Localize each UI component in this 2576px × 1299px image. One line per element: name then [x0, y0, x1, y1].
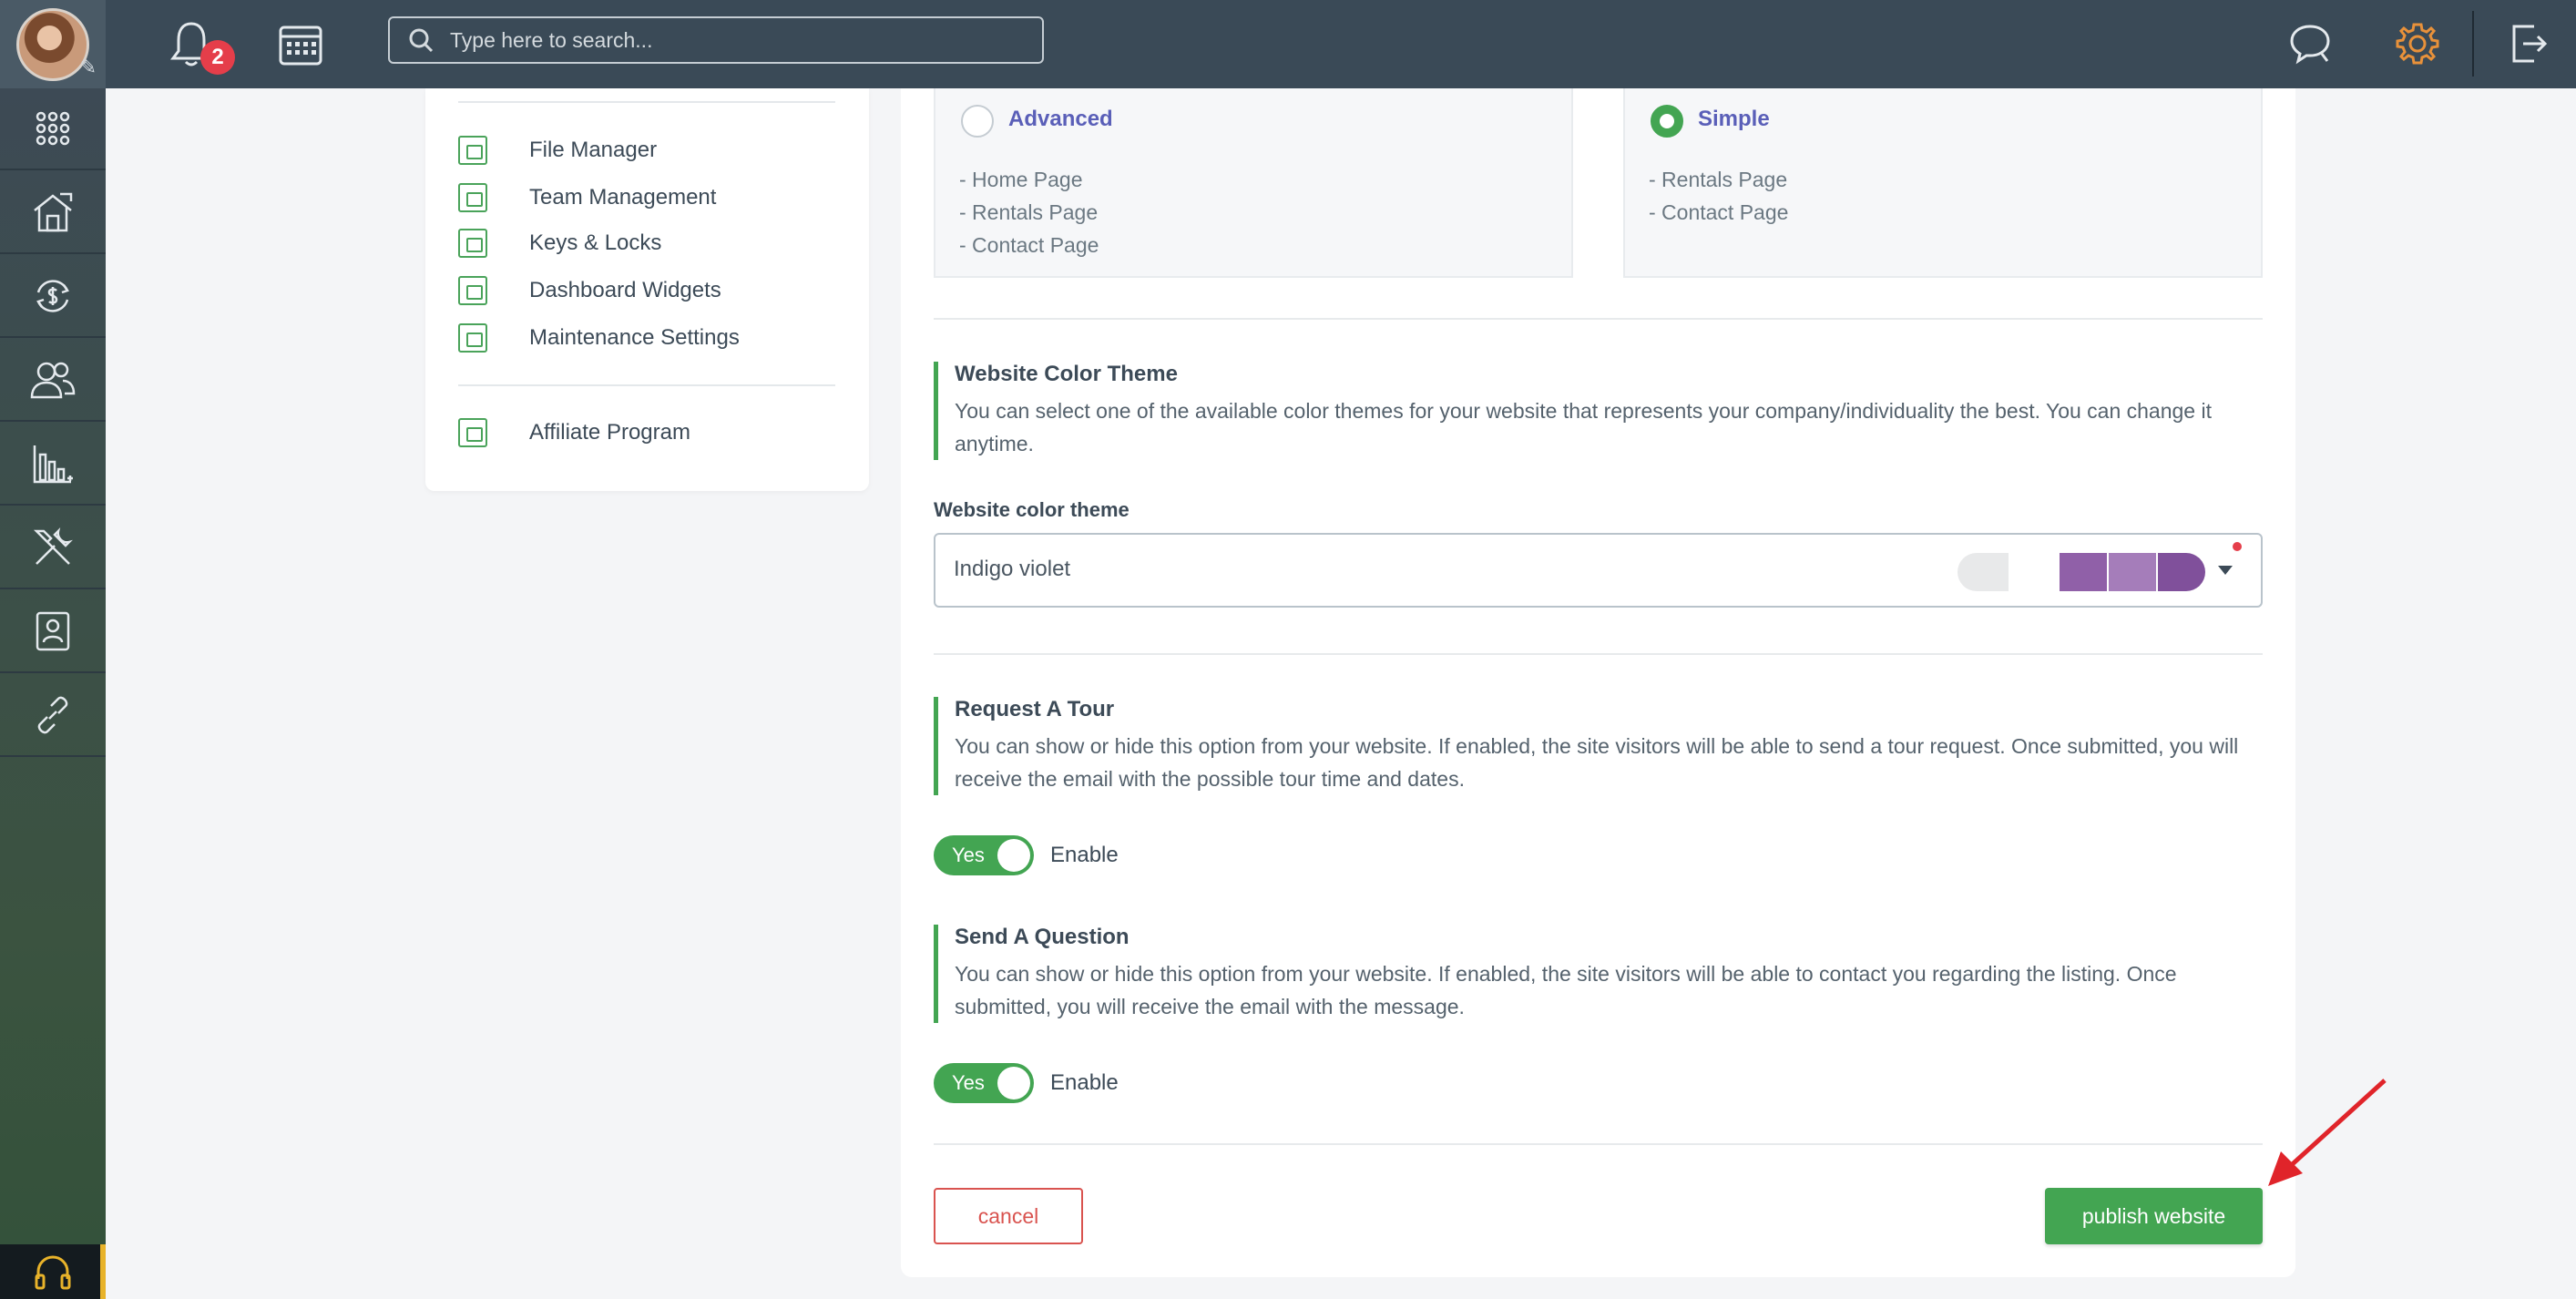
cancel-button[interactable]: cancel: [934, 1188, 1083, 1244]
submenu-item-keys-locks[interactable]: Keys & Locks: [458, 225, 661, 261]
notification-badge: 2: [200, 40, 235, 75]
toggle-label: Yes: [952, 1071, 985, 1094]
team-icon: [458, 183, 487, 212]
submenu-item-label: Maintenance Settings: [529, 325, 740, 350]
folder-icon: [458, 136, 487, 165]
links-icon[interactable]: [0, 675, 106, 757]
avatar-image: [16, 7, 89, 81]
submenu-item-dashboard-widgets[interactable]: Dashboard Widgets: [458, 272, 721, 309]
left-rail: [0, 88, 106, 1299]
section-heading: Website Color Theme: [955, 362, 1178, 386]
website-settings-card: Advanced - Home Page - Rentals Page - Co…: [901, 88, 2295, 1277]
chevron-down-icon[interactable]: [2218, 566, 2233, 575]
search-icon: [409, 28, 434, 53]
submenu-item-label: Team Management: [529, 185, 717, 210]
layout-option-advanced[interactable]: Advanced - Home Page - Rentals Page - Co…: [934, 88, 1573, 278]
toggle-state: Enable: [1050, 1070, 1119, 1095]
layout-pages: - Home Page - Rentals Page - Contact Pag…: [959, 163, 1099, 261]
gear-icon[interactable]: [2390, 16, 2445, 71]
payments-icon[interactable]: [0, 256, 106, 338]
submenu-item-label: Keys & Locks: [529, 230, 662, 255]
settings-submenu: File Manager Team Management Keys & Lock…: [425, 88, 869, 491]
toggle-knob: [997, 1067, 1030, 1100]
layout-page: - Contact Page: [1649, 200, 1789, 224]
layout-option-simple[interactable]: Simple - Rentals Page - Contact Page: [1623, 88, 2263, 278]
topbar-divider: [2472, 11, 2474, 77]
section-description: You can show or hide this option from yo…: [955, 734, 2239, 791]
publish-website-button[interactable]: publish website: [2045, 1188, 2263, 1244]
submenu-item-label: Affiliate Program: [529, 420, 690, 445]
properties-icon[interactable]: [0, 172, 106, 254]
search-input[interactable]: [450, 27, 1033, 53]
reports-icon[interactable]: [0, 424, 106, 506]
support-headset-icon: [35, 1255, 71, 1290]
pin-icon: ✎: [79, 56, 97, 78]
section-divider: [934, 318, 2263, 320]
request-tour-toggle[interactable]: Yes: [934, 835, 1034, 875]
submenu-item-team-management[interactable]: Team Management: [458, 179, 716, 216]
section-divider: [934, 653, 2263, 655]
swatch-2: [2109, 553, 2156, 591]
send-question-section: Send A Question You can show or hide thi…: [934, 925, 2263, 1023]
layout-page: - Home Page: [959, 168, 1083, 191]
calendar-icon[interactable]: [273, 16, 328, 71]
toggle-state: Enable: [1050, 843, 1119, 867]
submenu-item-maintenance-settings[interactable]: Maintenance Settings: [458, 320, 740, 356]
key-icon: [458, 229, 487, 258]
swatch-3: [2158, 553, 2205, 591]
contacts-icon[interactable]: [0, 591, 106, 673]
section-description: You can show or hide this option from yo…: [955, 962, 2177, 1018]
logout-icon[interactable]: [2501, 16, 2556, 71]
layout-page: - Contact Page: [959, 233, 1099, 257]
affiliate-icon: [458, 418, 487, 447]
send-question-toggle[interactable]: Yes: [934, 1063, 1034, 1103]
search-bar[interactable]: [388, 16, 1044, 64]
color-theme-select[interactable]: Indigo violet: [934, 533, 2263, 608]
chat-icon[interactable]: [2283, 16, 2337, 71]
request-tour-toggle-row: Yes Enable: [934, 835, 1119, 875]
section-description: You can select one of the available colo…: [955, 399, 2212, 455]
annotation-arrow-icon: [2268, 1079, 2387, 1186]
submenu-divider: [458, 101, 835, 103]
layout-page: - Rentals Page: [1649, 168, 1788, 191]
section-heading: Send A Question: [955, 925, 1130, 949]
layout-name: Simple: [1698, 107, 1770, 131]
selected-theme: Indigo violet: [954, 557, 1071, 581]
required-dot: [2233, 542, 2242, 551]
swatch-neutral: [1958, 553, 2009, 591]
maintenance-gear-icon: [458, 323, 487, 353]
submenu-item-label: File Manager: [529, 138, 658, 162]
support-strip: [100, 1244, 106, 1299]
send-question-toggle-row: Yes Enable: [934, 1063, 1119, 1103]
swatch-1: [2060, 553, 2107, 591]
widgets-icon: [458, 276, 487, 305]
toggle-label: Yes: [952, 844, 985, 866]
tools-icon[interactable]: [0, 507, 106, 589]
color-theme-label: Website color theme: [934, 498, 1130, 521]
user-avatar[interactable]: ✎: [0, 0, 106, 88]
section-divider: [934, 1143, 2263, 1145]
support-button[interactable]: [0, 1244, 106, 1299]
submenu-item-affiliate-program[interactable]: Affiliate Program: [458, 414, 690, 451]
submenu-item-file-manager[interactable]: File Manager: [458, 132, 657, 169]
radio-advanced[interactable]: [961, 105, 994, 138]
layout-name: Advanced: [1008, 107, 1113, 131]
layout-pages: - Rentals Page - Contact Page: [1649, 163, 1788, 229]
top-bar: ✎ 2: [0, 0, 2576, 88]
color-theme-section: Website Color Theme You can select one o…: [934, 362, 2263, 460]
section-heading: Request A Tour: [955, 697, 1115, 721]
request-tour-section: Request A Tour You can show or hide this…: [934, 697, 2263, 795]
apps-grid-icon[interactable]: [0, 88, 106, 170]
tenants-icon[interactable]: [0, 340, 106, 422]
toggle-knob: [997, 839, 1030, 872]
radio-simple[interactable]: [1651, 105, 1683, 138]
submenu-divider: [458, 384, 835, 386]
submenu-item-label: Dashboard Widgets: [529, 278, 721, 302]
layout-page: - Rentals Page: [959, 200, 1099, 224]
